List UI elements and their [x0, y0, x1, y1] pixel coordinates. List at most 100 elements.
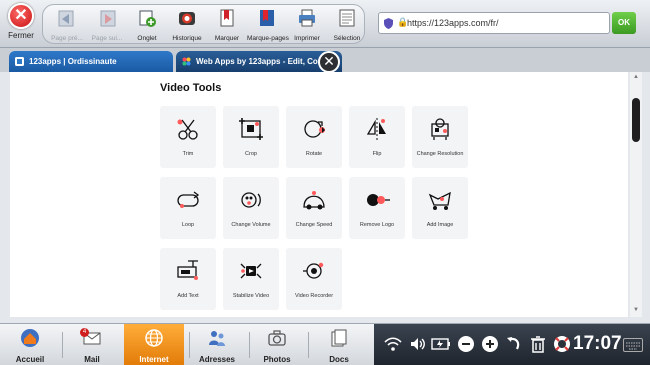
back-arrow-icon [58, 10, 74, 27]
selection-icon [339, 9, 355, 27]
tool-card-video-recorder[interactable]: Video Recorder [286, 248, 342, 310]
go-button[interactable]: OK [612, 12, 636, 34]
printer-icon [299, 9, 315, 27]
url-text: https://123apps.com/fr/ [407, 18, 499, 28]
app-docs[interactable]: Docs [316, 324, 362, 365]
app-label: Internet [139, 355, 169, 364]
crop-icon [239, 118, 263, 140]
new-tab-label: Onglet [137, 35, 157, 42]
page-title: Video Tools [160, 82, 222, 94]
print-button[interactable]: Imprimer [287, 7, 327, 43]
tool-card-change-speed[interactable]: Change Speed [286, 177, 342, 239]
speed-icon [303, 191, 325, 210]
taskbar-separator [308, 332, 309, 358]
tool-label: Stabilize Video [232, 293, 270, 299]
mail-badge: 4 [80, 328, 89, 337]
tool-label: Flip [372, 151, 382, 157]
tool-label: Video Recorder [294, 293, 334, 299]
tool-label: Change Speed [295, 222, 333, 228]
bookmark-add-button[interactable]: Marquer [207, 7, 247, 43]
tool-label: Change Resolution [416, 151, 464, 157]
home-icon [21, 329, 39, 347]
taskbar: Accueil 4 Mail Internet Adresses Photos … [0, 323, 650, 365]
app-label: Docs [329, 355, 349, 364]
navigation-tools: Page pré... Page sui... Onglet Historiqu… [42, 4, 365, 44]
new-tab-icon [139, 10, 156, 27]
scroll-up-icon[interactable]: ▲ [633, 74, 639, 80]
forward-arrow-icon [100, 10, 116, 27]
print-label: Imprimer [294, 35, 320, 42]
tool-label: Trim [182, 151, 194, 157]
web-page: Video Tools Trim Crop Rotate Flip Change… [10, 72, 628, 317]
back-button[interactable]: Page pré... [47, 7, 87, 43]
history-button[interactable]: Historique [167, 7, 207, 43]
close-icon: ✕ [8, 3, 34, 29]
tool-card-flip[interactable]: Flip [349, 106, 405, 168]
forward-label: Page sui... [91, 35, 123, 42]
loop-icon [177, 191, 200, 208]
volume-icon [241, 192, 261, 208]
site-favicon-icon [182, 57, 191, 66]
tool-card-rotate[interactable]: Rotate [286, 106, 342, 168]
app-internet[interactable]: Internet [124, 324, 184, 365]
bookmarks-button[interactable]: Marque-pages [247, 7, 289, 43]
tool-card-remove-logo[interactable]: Remove Logo [349, 177, 405, 239]
tool-label: Add Text [177, 293, 199, 299]
tool-label: Change Volume [231, 222, 271, 228]
close-button[interactable]: ✕ Fermer [2, 3, 40, 45]
tool-card-change-volume[interactable]: Change Volume [223, 177, 279, 239]
volume-icon[interactable] [409, 335, 427, 353]
vertical-scrollbar[interactable]: ▲ ▼ [630, 72, 642, 317]
history-icon [179, 12, 195, 25]
address-bar[interactable]: 🔒 https://123apps.com/fr/ [378, 12, 610, 34]
app-label: Mail [84, 355, 100, 364]
browser-toolbar: ✕ Fermer Page pré... Page sui... Onglet [0, 0, 650, 48]
wifi-icon[interactable] [384, 335, 402, 353]
close-tab-icon[interactable]: ✕ [318, 51, 340, 73]
app-adresses[interactable]: Adresses [193, 324, 241, 365]
video-recorder-icon [303, 262, 324, 279]
keyboard-icon[interactable] [623, 338, 643, 352]
resolution-icon [431, 118, 449, 140]
globe-icon [145, 329, 163, 347]
tool-label: Rotate [305, 151, 323, 157]
app-photos[interactable]: Photos [255, 324, 299, 365]
new-tab-button[interactable]: Onglet [127, 7, 167, 43]
shield-icon [384, 18, 393, 29]
add-image-icon [428, 191, 451, 210]
tool-card-trim[interactable]: Trim [160, 106, 216, 168]
tool-card-add-image[interactable]: Add Image [412, 177, 468, 239]
bookmarks-label: Marque-pages [247, 35, 289, 42]
undo-icon[interactable] [505, 335, 523, 353]
selection-label: Sélection [333, 35, 361, 42]
app-label: Photos [263, 355, 291, 364]
stabilize-icon [240, 263, 262, 279]
scroll-thumb[interactable] [632, 98, 640, 142]
tool-card-stabilize-video[interactable]: Stabilize Video [223, 248, 279, 310]
trash-icon[interactable] [529, 335, 547, 353]
tool-card-add-text[interactable]: Add Text [160, 248, 216, 310]
history-label: Historique [172, 35, 202, 42]
app-mail[interactable]: 4 Mail [68, 324, 116, 365]
bookmark-add-label: Marquer [214, 35, 240, 42]
clock: 17:07 [573, 333, 622, 354]
remove-logo-icon [367, 194, 390, 206]
app-accueil[interactable]: Accueil [6, 324, 54, 365]
scroll-down-icon[interactable]: ▼ [633, 307, 639, 313]
forward-button[interactable]: Page sui... [87, 7, 127, 43]
tool-card-crop[interactable]: Crop [223, 106, 279, 168]
tool-card-change-resolution[interactable]: Change Resolution [412, 106, 468, 168]
tab-label: 123apps | Ordissinaute [29, 57, 117, 66]
zoom-in-icon[interactable] [481, 335, 499, 353]
tab-label: Web Apps by 123apps - Edit, Conv [196, 57, 328, 66]
tool-card-loop[interactable]: Loop [160, 177, 216, 239]
tool-label: Add Image [426, 222, 454, 228]
selection-button[interactable]: Sélection [327, 7, 367, 43]
bookmarks-icon [260, 10, 274, 26]
close-label: Fermer [8, 31, 34, 40]
add-text-icon [177, 260, 198, 280]
zoom-out-icon[interactable] [457, 335, 475, 353]
tab-ordissinaute[interactable]: 123apps | Ordissinaute [9, 51, 173, 72]
app-label: Accueil [15, 355, 45, 364]
help-lifebuoy-icon[interactable] [553, 335, 571, 353]
